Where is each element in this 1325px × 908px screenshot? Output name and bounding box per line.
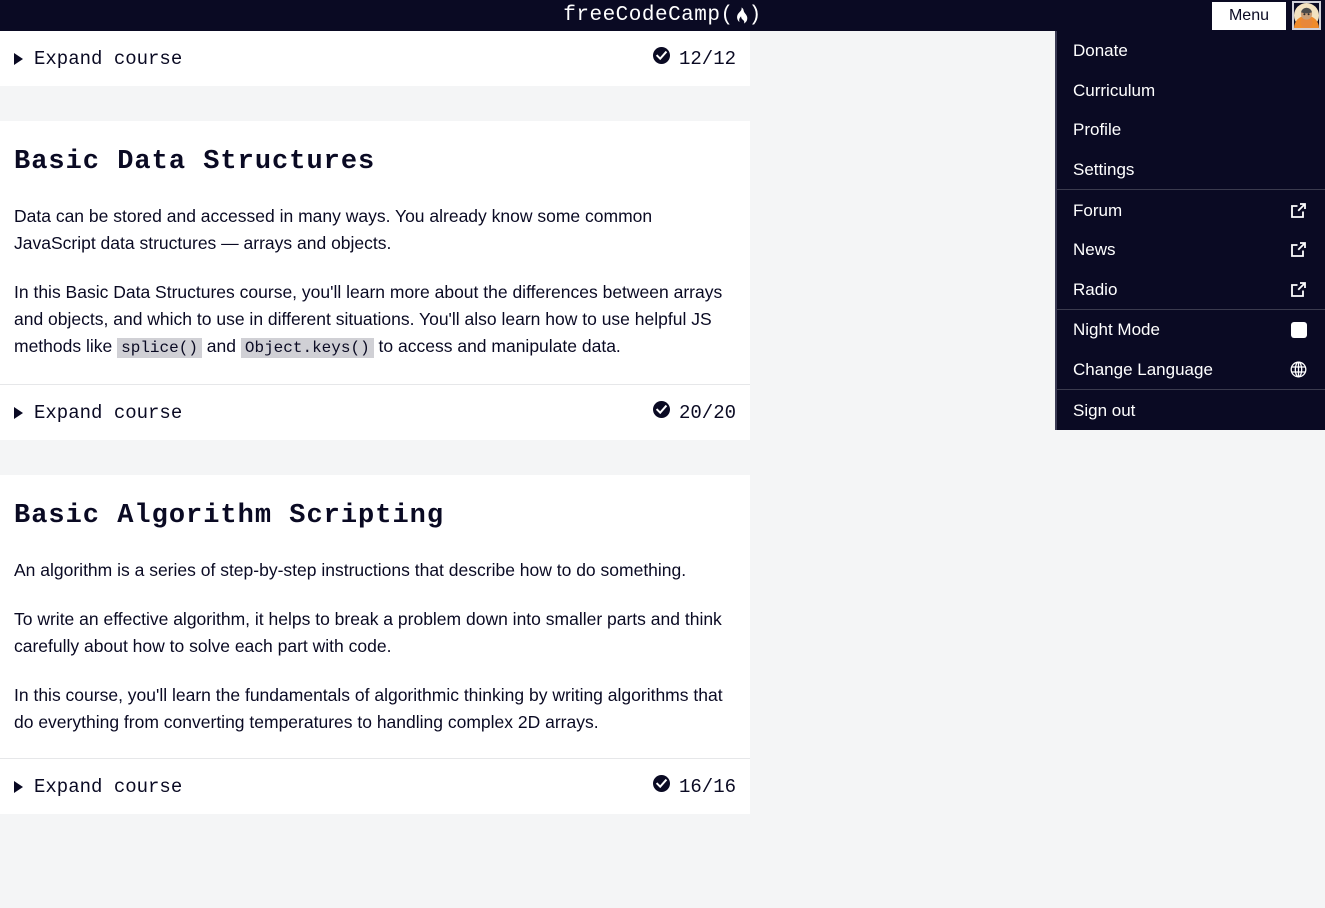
expand-course-row[interactable]: Expand course 12/12 xyxy=(0,31,750,86)
menu-item-settings[interactable]: Settings xyxy=(1057,150,1325,190)
check-circle-icon xyxy=(652,47,670,70)
expand-course-label: Expand course xyxy=(34,47,183,70)
logo-text: freeCodeCamp xyxy=(563,4,721,27)
paragraph-text: and xyxy=(201,336,241,356)
menu-item-label: Curriculum xyxy=(1073,80,1156,100)
menu-item-change-language[interactable]: Change Language xyxy=(1057,350,1325,390)
logo-close-paren: ) xyxy=(748,4,762,27)
course-card-partial: Expand course 12/12 xyxy=(0,31,750,86)
menu-group-preferences: Night Mode Change Language xyxy=(1057,310,1325,391)
course-progress: 20/20 xyxy=(652,401,736,424)
expand-course-toggle[interactable]: Expand course xyxy=(14,776,182,798)
course-title: Basic Data Structures xyxy=(14,147,376,177)
course-card-basic-algorithm-scripting: Basic Algorithm Scripting An algorithm i… xyxy=(0,475,750,814)
expand-course-toggle[interactable]: Expand course xyxy=(14,48,182,70)
course-paragraph: In this course, you'll learn the fundame… xyxy=(14,685,723,732)
menu-group-external: Forum News Radio xyxy=(1057,190,1325,311)
external-link-icon xyxy=(1290,202,1307,219)
menu-item-forum[interactable]: Forum xyxy=(1057,190,1325,230)
triangle-right-icon xyxy=(14,52,23,65)
avatar[interactable] xyxy=(1292,1,1321,30)
progress-count: 12/12 xyxy=(678,47,736,70)
triangle-right-icon xyxy=(14,406,23,419)
course-description: Basic Data Structures Data can be stored… xyxy=(0,121,750,384)
menu-group-session: Sign out xyxy=(1057,390,1325,430)
inline-code: Object.keys() xyxy=(240,338,374,358)
course-title: Basic Algorithm Scripting xyxy=(14,501,445,531)
course-paragraph: To write an effective algorithm, it help… xyxy=(14,609,722,656)
course-paragraph: In this Basic Data Structures course, yo… xyxy=(14,279,736,362)
logo-open-paren: ( xyxy=(720,4,734,27)
progress-count: 20/20 xyxy=(678,401,736,424)
header-right-controls: Menu xyxy=(1211,0,1321,31)
expand-course-label: Expand course xyxy=(34,775,183,798)
course-card-basic-data-structures: Basic Data Structures Data can be stored… xyxy=(0,121,750,440)
triangle-right-icon xyxy=(14,780,23,793)
paragraph-text: Data can be stored and accessed in many … xyxy=(14,206,653,253)
menu-item-label: Profile xyxy=(1073,120,1122,140)
menu-item-label: Donate xyxy=(1073,41,1128,61)
menu-item-news[interactable]: News xyxy=(1057,230,1325,270)
course-paragraph: Data can be stored and accessed in many … xyxy=(14,203,736,257)
menu-item-label: Sign out xyxy=(1073,400,1136,420)
expand-course-row[interactable]: Expand course 16/16 xyxy=(0,759,750,814)
expand-course-row[interactable]: Expand course 20/20 xyxy=(0,385,750,440)
inline-code: splice() xyxy=(117,338,202,358)
globe-icon xyxy=(1290,361,1307,378)
toggle-off-icon[interactable] xyxy=(1291,321,1307,338)
external-link-icon xyxy=(1290,241,1307,258)
menu-item-profile[interactable]: Profile xyxy=(1057,110,1325,150)
course-progress: 16/16 xyxy=(652,775,736,798)
menu-item-curriculum[interactable]: Curriculum xyxy=(1057,71,1325,111)
menu-item-label: Radio xyxy=(1073,279,1118,299)
curriculum-content: Expand course 12/12 Basic Data Structure… xyxy=(0,31,750,908)
site-header: freeCodeCamp() Menu xyxy=(0,0,1325,31)
course-description: Basic Algorithm Scripting An algorithm i… xyxy=(0,475,750,758)
check-circle-icon xyxy=(652,401,670,424)
card-spacer xyxy=(0,86,750,121)
menu-item-night-mode[interactable]: Night Mode xyxy=(1057,310,1325,350)
paragraph-text: to access and manipulate data. xyxy=(373,336,621,356)
menu-group-account: Donate Curriculum Profile Settings xyxy=(1057,31,1325,191)
flame-icon xyxy=(734,7,749,24)
check-circle-icon xyxy=(652,775,670,798)
menu-item-label: Settings xyxy=(1073,160,1135,180)
menu-item-label: Change Language xyxy=(1073,360,1213,380)
expand-course-toggle[interactable]: Expand course xyxy=(14,402,182,424)
card-spacer xyxy=(0,440,750,475)
menu-item-radio[interactable]: Radio xyxy=(1057,270,1325,310)
menu-item-label: News xyxy=(1073,240,1116,260)
menu-item-label: Night Mode xyxy=(1073,320,1160,340)
menu-item-donate[interactable]: Donate xyxy=(1057,31,1325,71)
navigation-dropdown-menu: Donate Curriculum Profile Settings Forum… xyxy=(1055,31,1325,430)
expand-course-label: Expand course xyxy=(34,401,183,424)
menu-item-sign-out[interactable]: Sign out xyxy=(1057,390,1325,430)
menu-item-label: Forum xyxy=(1073,200,1123,220)
course-paragraph: An algorithm is a series of step-by-step… xyxy=(14,560,687,580)
course-progress: 12/12 xyxy=(652,47,736,70)
menu-button[interactable]: Menu xyxy=(1211,1,1286,30)
freecodecamp-logo[interactable]: freeCodeCamp() xyxy=(563,4,761,27)
external-link-icon xyxy=(1290,281,1307,298)
progress-count: 16/16 xyxy=(678,775,736,798)
